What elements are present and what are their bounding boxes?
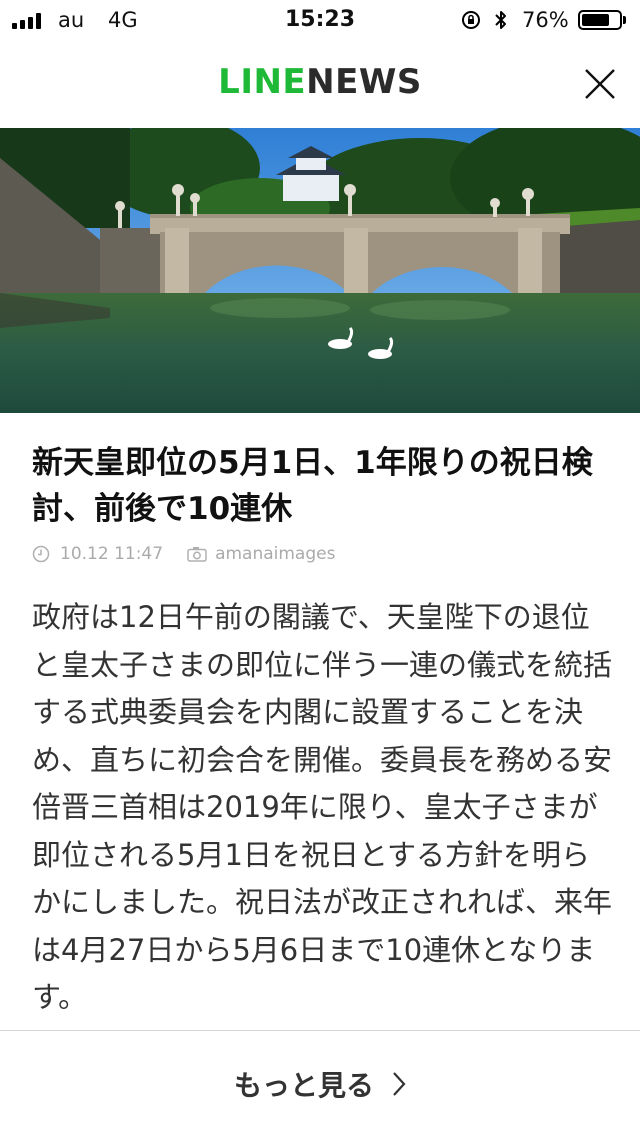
battery-level-fill xyxy=(582,14,610,26)
bluetooth-icon xyxy=(495,11,506,29)
article-timestamp: 10.12 11:47 xyxy=(60,544,164,564)
article-body: 政府は12日午前の閣議で、天皇陛下の退位と皇太子さまの即位に伴う一連の儀式を統括… xyxy=(32,600,613,1014)
photo-credit: amanaimages xyxy=(215,544,336,564)
article-meta: 10.12 11:47 amanaimages xyxy=(32,542,335,566)
rotation-lock-icon xyxy=(462,11,480,29)
logo-news-text: NEWS xyxy=(306,62,422,102)
line-news-logo: LINENEWS xyxy=(0,62,640,102)
close-icon[interactable] xyxy=(580,64,620,104)
battery-tip xyxy=(623,16,626,24)
see-more-button[interactable]: もっと見る xyxy=(0,1031,640,1136)
article-headline: 新天皇即位の5月1日、1年限りの祝日検討、前後で10連休 xyxy=(32,445,593,527)
see-more-label: もっと見る xyxy=(233,1068,374,1102)
nav-header: LINENEWS xyxy=(0,40,640,128)
battery-percent: 76% xyxy=(522,8,569,32)
status-bar: au 4G 15:23 76% xyxy=(0,0,640,40)
clock-icon xyxy=(32,545,50,563)
hero-photo xyxy=(0,128,640,413)
logo-line-text: LINE xyxy=(218,62,307,102)
battery-icon xyxy=(578,10,622,30)
chevron-right-icon xyxy=(393,1071,406,1096)
camera-icon xyxy=(187,547,207,562)
article-hero-image xyxy=(0,128,640,413)
